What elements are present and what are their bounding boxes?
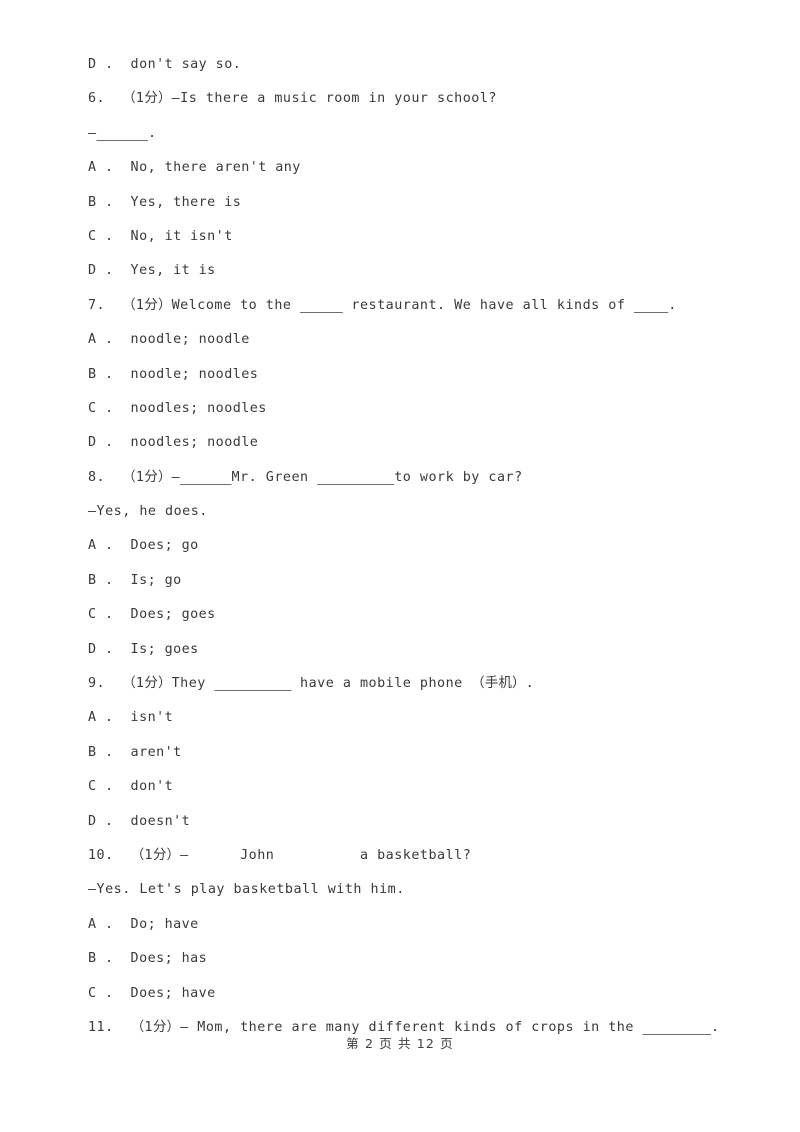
- fill-in-blank[interactable]: _________: [214, 676, 291, 691]
- answer-gap[interactable]: [274, 848, 360, 863]
- option-line: C . No, it isn't: [88, 228, 233, 244]
- fill-in-blank[interactable]: ____: [634, 298, 668, 313]
- answer-line: —______.: [88, 125, 157, 141]
- option-line: C . Does; goes: [88, 607, 216, 623]
- option-line: B . aren't: [88, 744, 182, 760]
- document-page: D . don't say so. 6. （1分）—Is there a musi…: [0, 0, 800, 1132]
- option-line: D . Is; goes: [88, 641, 199, 657]
- option-line: D . Yes, it is: [88, 263, 216, 279]
- option-line: D . don't say so.: [88, 57, 242, 72]
- page-footer: 第 2 页 共 12 页: [346, 1036, 454, 1051]
- cjk-text: （: [122, 676, 136, 692]
- option-line: C . don't: [88, 779, 174, 795]
- option-line: C . noodles; noodles: [88, 400, 267, 416]
- option-line: C . Does; have: [88, 985, 216, 1001]
- cjk-text: （: [122, 469, 136, 485]
- option-line: A . noodle; noodle: [88, 332, 250, 348]
- fill-in-blank[interactable]: ______: [180, 470, 231, 485]
- option-line: A . Does; go: [88, 538, 199, 554]
- cjk-text: 分）: [144, 91, 172, 107]
- answer-line: —Yes. Let's play basketball with him.: [88, 882, 405, 898]
- cjk-text: （手机）: [471, 676, 526, 692]
- cjk-text: （: [122, 297, 136, 313]
- option-line: A . isn't: [88, 710, 174, 726]
- answer-line: —Yes, he does.: [88, 504, 208, 520]
- question-list: D . don't say so. 6. （1分）—Is there a musi…: [88, 48, 748, 1045]
- question-line: 7. （1分）Welcome to the _____ restaurant. …: [88, 297, 677, 313]
- cjk-text: （: [130, 847, 145, 863]
- option-line: B . Does; has: [88, 951, 208, 967]
- question-line: 8. （1分）—______Mr. Green _________to work…: [88, 469, 523, 485]
- question-line: 6. （1分）—Is there a music room in your sc…: [88, 91, 497, 107]
- option-line: B . Yes, there is: [88, 194, 242, 210]
- fill-in-blank[interactable]: _________: [317, 470, 394, 485]
- option-line: A . No, there aren't any: [88, 160, 301, 176]
- cjk-text: 分）: [152, 847, 181, 863]
- option-line: B . Is; go: [88, 572, 182, 588]
- option-line: D . doesn't: [88, 813, 191, 829]
- cjk-text: 分）: [144, 676, 172, 692]
- fill-in-blank[interactable]: ______: [97, 126, 148, 141]
- option-line: A . Do; have: [88, 916, 199, 932]
- question-line: 10. （1分）— John a basketball?: [88, 847, 472, 863]
- cjk-text: 分）: [144, 297, 172, 313]
- fill-in-blank[interactable]: _____: [300, 298, 343, 313]
- answer-gap[interactable]: [189, 848, 240, 863]
- question-line: 9. （1分）They _________ have a mobile phon…: [88, 676, 535, 692]
- option-line: B . noodle; noodles: [88, 366, 259, 382]
- cjk-text: 分）: [144, 469, 172, 485]
- cjk-text: （: [122, 91, 136, 107]
- option-line: D . noodles; noodle: [88, 435, 259, 451]
